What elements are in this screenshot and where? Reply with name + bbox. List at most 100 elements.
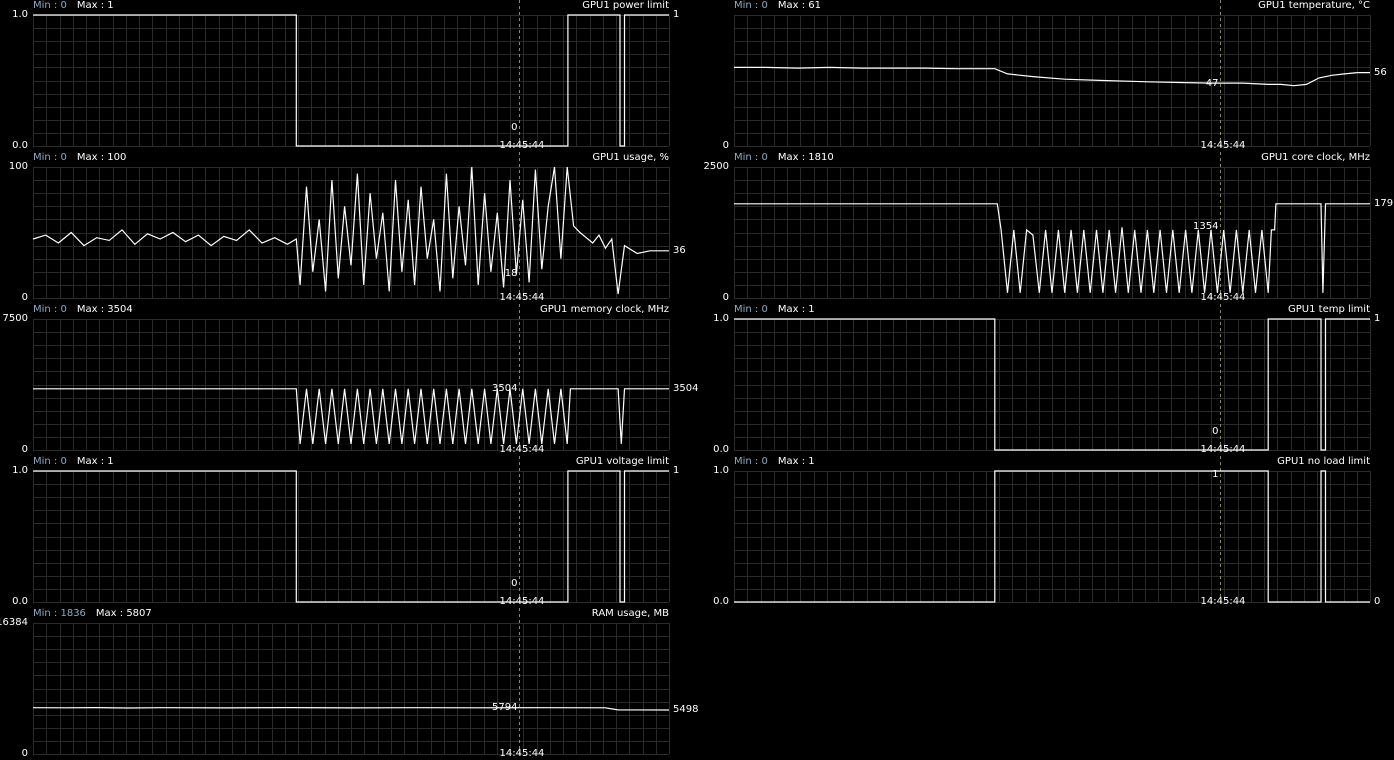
min-label: Min : 0 — [734, 304, 768, 315]
grid — [33, 623, 670, 755]
cursor-time-label: 14:45:44 — [499, 140, 545, 151]
graph-title: GPU1 power limit — [582, 0, 669, 11]
grid — [734, 167, 1371, 299]
min-label: Min : 0 — [33, 0, 67, 11]
graph-gpu1-power-limit[interactable]: Min : 0 Max : 1 GPU1 power limit 1.0 0.0 1 0 14… — [12, 0, 679, 151]
min-label: Min : 0 — [734, 456, 768, 467]
graph-gpu1-core-clock[interactable]: Min : 0 Max : 1810 GPU1 core clock, MHz 250… — [704, 152, 1394, 303]
cursor-value-label: 1 — [1212, 469, 1219, 480]
y-axis-min-label: 0.0 — [12, 596, 28, 607]
cursor-value-label: 0 — [511, 122, 518, 133]
cursor-time-label: 14:45:44 — [499, 596, 545, 607]
cursor-value-label: 47 — [1205, 78, 1219, 90]
max-label: Max : 1 — [76, 0, 114, 11]
graph-plot — [33, 304, 670, 451]
current-value-label: 56 — [1374, 66, 1387, 78]
min-max-readout: Min : 0 Max : 100 — [33, 152, 126, 164]
graph-ram-usage[interactable]: Min : 1836 Max : 5807 RAM usage, MB 16384 0 5… — [0, 608, 698, 759]
graph-gpu1-memory-clock[interactable]: Min : 0 Max : 3504 GPU1 memory clock, MHz 7… — [3, 304, 698, 455]
cursor-value-label: 0 — [1212, 426, 1219, 437]
y-axis-min-label: 0 — [21, 292, 28, 303]
current-value-label: 1 — [673, 9, 680, 20]
cursor-time-label: 14:45:44 — [499, 748, 545, 759]
cursor-value-label: 1354 — [1193, 221, 1219, 233]
graph-plot — [734, 152, 1371, 299]
min-label: Min : 0 — [33, 152, 67, 163]
grid — [734, 319, 1371, 451]
cursor-time-label: 14:45:44 — [1200, 140, 1246, 151]
graph-plot — [33, 0, 670, 147]
graph-plot — [32, 152, 670, 299]
y-axis-max-label: 1.0 — [713, 313, 729, 324]
max-label: Max : 61 — [777, 0, 821, 11]
max-label: Max : 1 — [777, 304, 815, 315]
graph-title: GPU1 voltage limit — [575, 456, 669, 467]
min-label: Min : 0 — [734, 0, 768, 11]
cursor-time-label: 14:45:44 — [499, 444, 545, 455]
y-axis-min-label: 0.0 — [713, 444, 729, 455]
y-axis-max-label: 7500 — [2, 313, 28, 324]
current-value-label: 0 — [1374, 596, 1381, 607]
y-axis-max-label: 100 — [8, 161, 28, 172]
y-axis-max-label: 1.0 — [12, 465, 28, 476]
min-max-readout: Min : 0 Max : 3504 — [33, 304, 133, 316]
cursor-time-label: 14:45:44 — [1200, 292, 1246, 303]
cursor-value-label: 0 — [511, 578, 518, 589]
y-axis-max-label: 2500 — [703, 161, 729, 172]
min-label: Min : 0 — [734, 152, 768, 163]
cursor-time-label: 14:45:44 — [1200, 596, 1246, 607]
graph-title: GPU1 core clock, MHz — [1261, 152, 1370, 163]
graph-plot — [734, 0, 1371, 147]
graph-gpu1-no-load-limit[interactable]: Min : 0 Max : 1 GPU1 no load limit 1.0 0.0 0 1… — [713, 456, 1380, 607]
current-value-label: 1797 — [1374, 197, 1394, 209]
graph-title: GPU1 usage, % — [592, 152, 669, 163]
grid — [33, 15, 670, 147]
y-axis-min-label: 0 — [21, 444, 28, 455]
graph-plot — [32, 608, 670, 755]
max-label: Max : 100 — [76, 152, 127, 163]
max-label: Max : 1810 — [777, 152, 834, 163]
graph-gpu1-voltage-limit[interactable]: Min : 0 Max : 1 GPU1 voltage limit 1.0 0.0 1 0… — [12, 456, 679, 607]
min-label: Min : 0 — [33, 304, 67, 315]
y-axis-min-label: 0.0 — [12, 140, 28, 151]
max-label: Max : 1 — [76, 456, 114, 467]
current-value-label: 3504 — [673, 382, 699, 394]
y-axis-min-label: 0.0 — [713, 596, 729, 607]
graph-title: GPU1 temperature, °C — [1258, 0, 1370, 11]
grid — [33, 167, 670, 299]
cursor-value-label: 18 — [504, 268, 518, 280]
cursor-value-label: 5794 — [492, 701, 518, 713]
min-max-readout: Min : 0 Max : 1 — [734, 304, 815, 316]
grid — [33, 319, 670, 451]
cursor-time-label: 14:45:44 — [499, 292, 545, 303]
graph-title: RAM usage, MB — [591, 608, 669, 619]
current-value-label: 36 — [673, 244, 686, 256]
y-axis-min-label: 0 — [722, 140, 729, 151]
y-axis-min-label: 0 — [722, 292, 729, 303]
grid — [33, 471, 670, 603]
min-max-readout: Min : 0 Max : 1 — [734, 456, 815, 468]
current-value-label: 1 — [1374, 313, 1381, 324]
y-axis-max-label: 1.0 — [713, 465, 729, 476]
max-label: Max : 5807 — [95, 608, 152, 619]
min-label: Min : 1836 — [33, 608, 86, 619]
y-axis-max-label: 16384 — [0, 617, 28, 628]
min-max-readout: Min : 0 Max : 61 — [734, 0, 821, 12]
current-value-label: 5498 — [673, 704, 699, 716]
graph-gpu1-usage[interactable]: Min : 0 Max : 100 GPU1 usage, % 100 0 36 18 14:… — [9, 152, 686, 303]
min-max-readout: Min : 0 Max : 1 — [33, 0, 114, 12]
graph-gpu1-temp-limit[interactable]: Min : 0 Max : 1 GPU1 temp limit 1.0 0.0 1 0 14:… — [713, 304, 1380, 455]
min-label: Min : 0 — [33, 456, 67, 467]
grid — [734, 471, 1371, 603]
grid — [734, 15, 1371, 147]
current-value-label: 1 — [673, 465, 680, 476]
min-max-readout: Min : 1836 Max : 5807 — [33, 608, 152, 620]
graph-title: GPU1 no load limit — [1277, 456, 1370, 467]
graph-plot — [33, 456, 670, 603]
cursor-time-label: 14:45:44 — [1200, 444, 1246, 455]
min-max-readout: Min : 0 Max : 1810 — [734, 152, 834, 164]
min-max-readout: Min : 0 Max : 1 — [33, 456, 114, 468]
graph-gpu1-temperature[interactable]: Min : 0 Max : 61 GPU1 temperature, °C 0 56 47… — [723, 0, 1387, 151]
cursor-value-label: 3504 — [492, 382, 518, 394]
y-axis-min-label: 0 — [21, 748, 28, 759]
